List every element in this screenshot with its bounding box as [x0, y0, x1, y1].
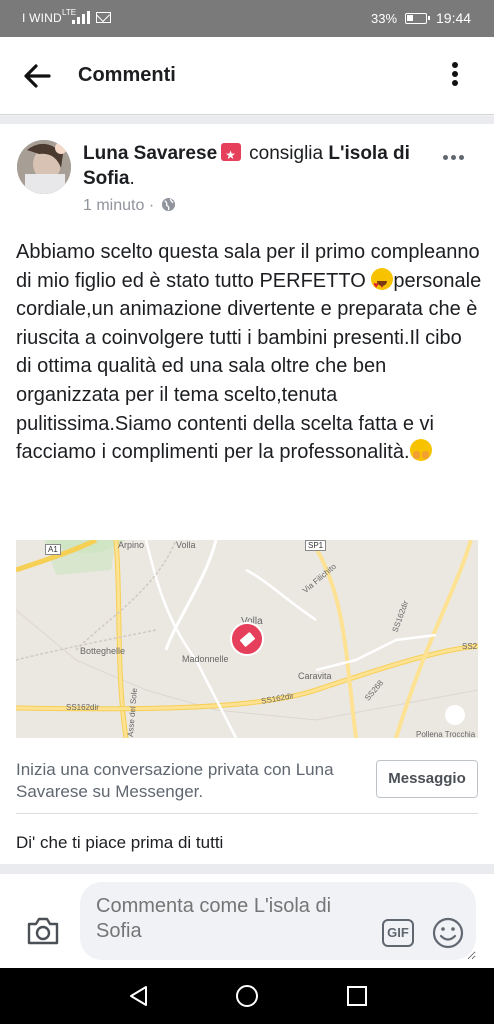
divider — [16, 813, 478, 814]
comment-composer: GIF — [0, 874, 494, 968]
post-header: Luna Savareseconsiglia L'isola di Sofia. — [83, 141, 433, 191]
post-meta: 1 minuto · — [83, 197, 176, 215]
avatar[interactable] — [17, 140, 71, 194]
more-vertical-icon[interactable] — [440, 59, 470, 93]
camera-icon[interactable] — [26, 916, 60, 946]
hugging-face-emoji — [409, 439, 432, 462]
system-nav-bar — [0, 968, 494, 1024]
map-pin-icon[interactable] — [230, 622, 264, 656]
smiley-icon[interactable] — [432, 917, 464, 949]
map-label: SS2 — [462, 642, 478, 651]
map-label: Botteghelle — [80, 646, 126, 656]
comment-input[interactable] — [80, 882, 476, 960]
section-divider — [0, 116, 494, 124]
page-title: Commenti — [78, 64, 176, 86]
section-divider — [0, 864, 494, 874]
map-label: A1 — [45, 544, 61, 555]
globe-icon — [161, 197, 175, 212]
heart-eyes-emoji — [371, 267, 394, 299]
post-body: Abbiamo scelto questa sala per il primo … — [16, 238, 482, 467]
recommend-badge-icon — [221, 143, 242, 168]
signal-icon — [72, 11, 92, 24]
clock: 19:44 — [436, 10, 472, 26]
messenger-prompt: Inizia una conversazione privata con Lun… — [16, 760, 334, 801]
nav-back-icon[interactable] — [127, 984, 151, 1008]
post-options-icon[interactable] — [443, 136, 467, 167]
map-label: SP1 — [305, 540, 327, 551]
post-body-text-2: personale cordiale,un animazione diverte… — [16, 269, 482, 464]
post-action: consiglia — [249, 143, 324, 164]
battery-percent: 33% — [371, 11, 398, 26]
gif-icon[interactable]: GIF — [382, 919, 414, 947]
author-name[interactable]: Luna Savarese — [83, 143, 217, 164]
arrow-left-icon[interactable] — [22, 62, 52, 90]
nav-home-icon[interactable] — [235, 984, 259, 1008]
message-button[interactable]: Messaggio — [376, 760, 478, 798]
mail-icon — [96, 12, 111, 23]
map-label: Madonnelle — [182, 654, 229, 664]
battery-icon — [405, 13, 430, 24]
status-bar: I WIND LTE 33% 19:44 — [0, 0, 494, 37]
map-label: Volla — [176, 540, 196, 550]
map-label: Caravita — [298, 671, 332, 681]
map-label: Pollena Trocchia — [416, 730, 476, 738]
carrier-label: I WIND — [22, 11, 62, 25]
map-label: Arpino — [118, 540, 145, 550]
like-prompt: Di' che ti piace prima di tutti — [16, 833, 224, 852]
nav-recent-apps-icon[interactable] — [346, 985, 368, 1007]
map-label: SS162dir — [66, 703, 99, 712]
post-time[interactable]: 1 minuto — [83, 197, 144, 214]
top-bar: Commenti — [0, 37, 494, 115]
